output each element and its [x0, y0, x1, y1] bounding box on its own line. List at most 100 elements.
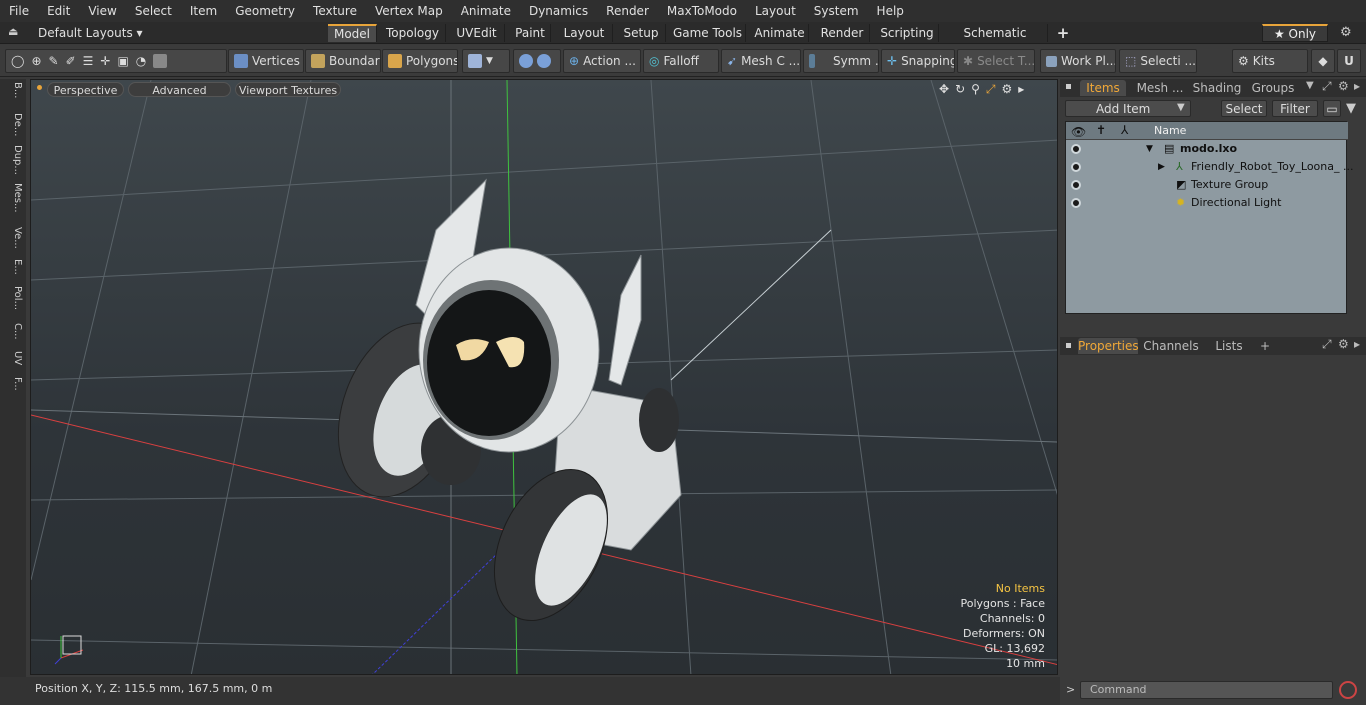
- align-icon[interactable]: ☰: [83, 54, 94, 68]
- menu-system[interactable]: System: [805, 0, 868, 22]
- frame-icon[interactable]: ▣: [117, 54, 128, 68]
- center-icon[interactable]: ✛: [100, 54, 110, 68]
- select-through-button[interactable]: ✱ Select T...: [957, 49, 1035, 73]
- tab-scripting[interactable]: Scripting: [876, 24, 939, 42]
- left-tab-9[interactable]: F...: [3, 377, 23, 391]
- tab-lists[interactable]: Lists: [1206, 338, 1252, 354]
- only-toggle[interactable]: ★ Only: [1262, 24, 1328, 42]
- left-tab-8[interactable]: UV: [3, 351, 23, 365]
- menu-layout[interactable]: Layout: [746, 0, 805, 22]
- visibility-eye-icon[interactable]: [1071, 144, 1081, 154]
- tab-game-tools[interactable]: Game Tools: [670, 24, 746, 42]
- action-center-button[interactable]: ⊕ Action ...: [563, 49, 641, 73]
- panel-gear-icon[interactable]: ⚙: [1338, 79, 1349, 93]
- robot-model[interactable]: [316, 178, 682, 639]
- kits-button[interactable]: ⚙ Kits: [1232, 49, 1308, 73]
- menu-animate[interactable]: Animate: [452, 0, 520, 22]
- left-tab-7[interactable]: C...: [3, 323, 23, 340]
- name-column-header[interactable]: Name: [1154, 124, 1186, 137]
- left-tab-4[interactable]: Ve...: [3, 227, 23, 249]
- selection-sets-button[interactable]: ⬚ Selecti ...: [1119, 49, 1197, 73]
- mesh-constraint-button[interactable]: ➹ Mesh C ...: [721, 49, 801, 73]
- play-icon[interactable]: ▸: [1018, 82, 1024, 97]
- collapse-icon[interactable]: ▭: [1323, 100, 1341, 117]
- left-tab-0[interactable]: B...: [3, 82, 23, 98]
- menu-maxtomodo[interactable]: MaxToModo: [658, 0, 746, 22]
- panel-arrow-icon[interactable]: ▸: [1354, 79, 1360, 93]
- pen-icon[interactable]: ✎: [49, 54, 59, 68]
- tab-properties[interactable]: Properties: [1078, 338, 1139, 354]
- unity-button[interactable]: ◆: [1311, 49, 1335, 73]
- visibility-eye-icon[interactable]: [1071, 180, 1081, 190]
- panel-gear-icon[interactable]: ⚙: [1338, 337, 1349, 351]
- perspective-button[interactable]: Perspective: [47, 82, 124, 97]
- symmetry-toggles[interactable]: [513, 49, 561, 73]
- tab-shading[interactable]: Shading: [1190, 80, 1244, 96]
- left-tab-3[interactable]: Mes...: [3, 183, 23, 213]
- gear-icon[interactable]: ⚙: [1340, 25, 1352, 40]
- menu-texture[interactable]: Texture: [304, 0, 366, 22]
- tab-mesh[interactable]: Mesh ...: [1132, 80, 1188, 96]
- expand-icon[interactable]: ⤢: [1322, 79, 1332, 94]
- tab-paint[interactable]: Paint: [510, 24, 551, 42]
- expand-arrow-icon[interactable]: ▶: [1158, 158, 1165, 176]
- tab-model[interactable]: Model: [328, 24, 377, 42]
- filter-button[interactable]: Filter: [1272, 100, 1318, 117]
- record-icon[interactable]: [1339, 681, 1357, 699]
- menu-edit[interactable]: Edit: [38, 0, 79, 22]
- viewport-scene[interactable]: [31, 80, 1058, 675]
- menu-file[interactable]: File: [0, 0, 38, 22]
- material-mode-button[interactable]: ▼: [462, 49, 510, 73]
- add-item-dropdown-icon[interactable]: ▼: [1177, 102, 1185, 113]
- left-tab-1[interactable]: De...: [3, 113, 23, 136]
- panel-menu-icon[interactable]: [1066, 84, 1071, 89]
- add-item-button[interactable]: Add Item: [1065, 100, 1191, 117]
- add-tab-button[interactable]: +: [1051, 24, 1075, 42]
- viewport-menu-dot[interactable]: [37, 85, 42, 90]
- viewport-textures-button[interactable]: Viewport Textures: [235, 82, 341, 97]
- tree-row-texture-group[interactable]: ◩ Texture Group: [1066, 176, 1348, 194]
- layout-dropdown[interactable]: Default Layouts ▾: [38, 24, 143, 42]
- visibility-eye-icon[interactable]: [1071, 198, 1081, 208]
- menu-vertex-map[interactable]: Vertex Map: [366, 0, 452, 22]
- advanced-button[interactable]: Advanced: [128, 82, 231, 97]
- tree-row-scene[interactable]: ▼ ▤ modo.lxo: [1066, 140, 1348, 158]
- polygons-button[interactable]: Polygons: [382, 49, 458, 73]
- tab-setup[interactable]: Setup: [617, 24, 666, 42]
- orbit-icon[interactable]: ↻: [955, 82, 965, 97]
- menu-item[interactable]: Item: [181, 0, 226, 22]
- tab-layout[interactable]: Layout: [556, 24, 613, 42]
- globe-icon[interactable]: ⊕: [31, 54, 41, 68]
- tab-groups[interactable]: Groups: [1246, 80, 1300, 96]
- command-input[interactable]: Command: [1080, 681, 1333, 699]
- boundary-button[interactable]: Boundary: [305, 49, 381, 73]
- select-button[interactable]: Select: [1221, 100, 1267, 117]
- tab-items[interactable]: Items: [1080, 80, 1126, 96]
- settings-icon[interactable]: ⚙: [1002, 82, 1013, 97]
- fit-icon[interactable]: ⤢: [986, 82, 996, 97]
- expand-icon[interactable]: ⤢: [1322, 337, 1332, 352]
- zoom-icon[interactable]: ⚲: [971, 82, 980, 97]
- menu-dynamics[interactable]: Dynamics: [520, 0, 597, 22]
- collapse-arrow-icon[interactable]: ▼: [1146, 140, 1153, 158]
- menu-select[interactable]: Select: [126, 0, 181, 22]
- symmetry-button[interactable]: Symm ...: [803, 49, 879, 73]
- tab-overflow-icon[interactable]: ▼: [1306, 80, 1314, 91]
- vertices-button[interactable]: Vertices: [228, 49, 304, 73]
- tab-topology[interactable]: Topology: [380, 24, 446, 42]
- visibility-eye-icon[interactable]: [1071, 162, 1081, 172]
- left-tab-6[interactable]: Pol...: [3, 286, 23, 310]
- snapping-button[interactable]: ✛ Snapping: [881, 49, 955, 73]
- circle-select-icon[interactable]: ◯: [11, 54, 24, 68]
- work-plane-button[interactable]: Work Pl...: [1040, 49, 1116, 73]
- tab-uvedit[interactable]: UVEdit: [449, 24, 505, 42]
- filter-funnel-icon[interactable]: ▼: [1346, 101, 1356, 116]
- tab-render[interactable]: Render: [815, 24, 870, 42]
- left-tab-2[interactable]: Dup...: [3, 145, 23, 175]
- left-tab-5[interactable]: E...: [3, 259, 23, 275]
- rotate-icon[interactable]: ◔: [136, 54, 146, 68]
- tree-row-light[interactable]: ✹ Directional Light: [1066, 194, 1348, 212]
- panel-arrow-icon[interactable]: ▸: [1354, 337, 1360, 351]
- item-mode-icon[interactable]: [153, 54, 168, 68]
- menu-render[interactable]: Render: [597, 0, 658, 22]
